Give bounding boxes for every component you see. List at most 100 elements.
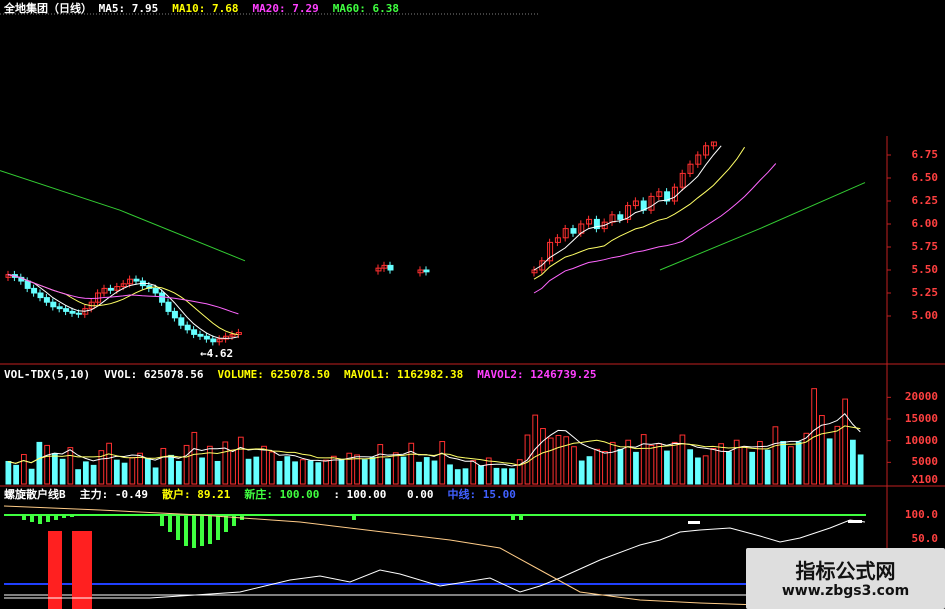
candle-body: [197, 333, 204, 337]
ind-legend-item-value: 89.21: [190, 488, 231, 501]
volume-bar: [59, 458, 66, 485]
volume-bar: [757, 441, 763, 485]
volume-bar: [509, 468, 515, 485]
ind-legend-item-1: 主力: -0.49: [80, 488, 148, 501]
ind-legend-item-label: 主力:: [79, 488, 109, 501]
zhuli-line: [3, 505, 761, 606]
retail-line: [4, 519, 866, 599]
vol-legend-item-value: 1246739.25: [523, 368, 597, 381]
volume-bar: [67, 447, 74, 485]
volume-bar: [160, 447, 167, 485]
volume-bar: [470, 460, 477, 485]
zhuli-green-bar: [54, 515, 58, 520]
ma-legend-item-0: MA5: 7.95: [99, 2, 159, 15]
volume-panel-header: VOL-TDX(5,10) VVOL: 625078.56 VOLUME: 6250…: [4, 368, 610, 381]
ind-legend-item-6: 中线: 15.00: [447, 488, 515, 501]
vol-legend-item-label: MAVOL2:: [477, 368, 524, 381]
volume-bar: [571, 446, 577, 485]
volume-bar: [400, 456, 407, 485]
candle-body: [191, 329, 198, 335]
volume-bar: [594, 448, 601, 485]
watermark-url: www.zbgs3.com: [781, 583, 910, 599]
ma-legend-item-value: 7.68: [205, 2, 239, 15]
volume-bar: [842, 398, 849, 485]
zhuli-green-bar: [30, 515, 34, 522]
candle-body: [75, 312, 82, 315]
zhuli-green-bar: [22, 515, 26, 520]
zhuli-green-bar: [46, 515, 50, 522]
candle-body: [50, 301, 57, 308]
candle-body: [56, 306, 63, 310]
ma-legend-item-label: MA5:: [98, 2, 126, 15]
vol-legend-item-value: 625078.56: [137, 368, 204, 381]
chart-canvas: [0, 13, 945, 609]
ma-legend-item-label: MA10:: [172, 2, 206, 15]
volume-bar: [253, 456, 260, 485]
volume-bar: [617, 448, 624, 485]
volume-bar: [315, 462, 322, 485]
ind-legend-item-0: 螺旋散户线B: [4, 488, 66, 501]
volume-tick-label: 10000: [904, 433, 938, 447]
volume-bar: [609, 441, 616, 485]
vol-legend-item-0: VOL-TDX(5,10): [4, 368, 90, 381]
zhuli-green-bar: [200, 515, 204, 546]
volume-bar: [121, 462, 128, 485]
ind-legend-item-2: 散户: 89.21: [162, 488, 230, 501]
ma60-line: [0, 170, 246, 262]
ma-legend-item-label: MA60:: [332, 2, 366, 15]
ind-legend-item-label: :: [333, 488, 340, 501]
candle-body: [24, 280, 31, 289]
candle-body: [43, 297, 50, 303]
volume-bar: [462, 468, 469, 485]
volume-bar: [369, 457, 376, 485]
ma-legend-item-value: 7.29: [285, 2, 319, 15]
ma-legend-list: MA5: 7.95 MA10: 7.68 MA20: 7.29 MA60: 6.38: [99, 2, 413, 15]
volume-bar: [741, 446, 748, 485]
zhuli-green-bar: [160, 515, 164, 526]
candle-body: [171, 310, 178, 319]
price-tick-label: 5.25: [911, 286, 939, 299]
price-tick-label: 6.50: [911, 171, 939, 184]
zhuli-green-bar: [519, 515, 523, 520]
volume-unit-label: X100: [911, 473, 939, 486]
volume-bar: [454, 469, 461, 485]
volume-bar: [5, 460, 12, 485]
volume-bar: [826, 438, 833, 485]
vol-legend-item-1: VVOL: 625078.56: [104, 368, 203, 381]
volume-bar: [385, 458, 391, 485]
vol-legend-item-value: 625078.50: [263, 368, 331, 381]
volume-bar: [416, 461, 422, 485]
price-tick-label: 5.75: [911, 240, 939, 253]
volume-bar: [36, 441, 43, 485]
ind-legend-item-5: 0.00: [400, 488, 434, 501]
volume-bar: [764, 449, 771, 485]
volume-bar: [90, 464, 97, 485]
volume-bar: [44, 444, 50, 485]
ind-legend-item-3: 新庄: 100.00: [244, 488, 319, 501]
ind-legend-item-value: 100.00: [273, 488, 320, 501]
watermark-title: 指标公式网: [795, 559, 896, 583]
volume-bar: [20, 454, 27, 485]
volume-bar: [268, 451, 275, 485]
watermark-badge: 指标公式网 www.zbgs3.com: [746, 548, 945, 609]
volume-bar: [772, 426, 779, 485]
volume-bar: [13, 464, 19, 485]
volume-bar: [578, 460, 585, 485]
ma20-line: [533, 163, 777, 294]
volume-bar: [547, 437, 554, 485]
volume-bar: [602, 451, 608, 485]
volume-bar: [82, 461, 89, 485]
volume-bar: [338, 458, 345, 485]
mavol1-line: [7, 412, 861, 467]
vol-legend-item-label: VOL-TDX(5,10): [4, 368, 91, 381]
ma-legend-item-value: 7.95: [125, 2, 159, 15]
volume-bar: [392, 452, 399, 485]
volume-bar: [377, 444, 384, 485]
ma-legend-item-value: 6.38: [365, 2, 399, 15]
volume-bar: [106, 442, 112, 485]
volume-bar: [206, 445, 213, 485]
volume-bar: [633, 451, 639, 485]
candle-body: [37, 292, 44, 299]
zhuli-red-bar: [48, 531, 62, 609]
volume-bar: [695, 457, 701, 485]
